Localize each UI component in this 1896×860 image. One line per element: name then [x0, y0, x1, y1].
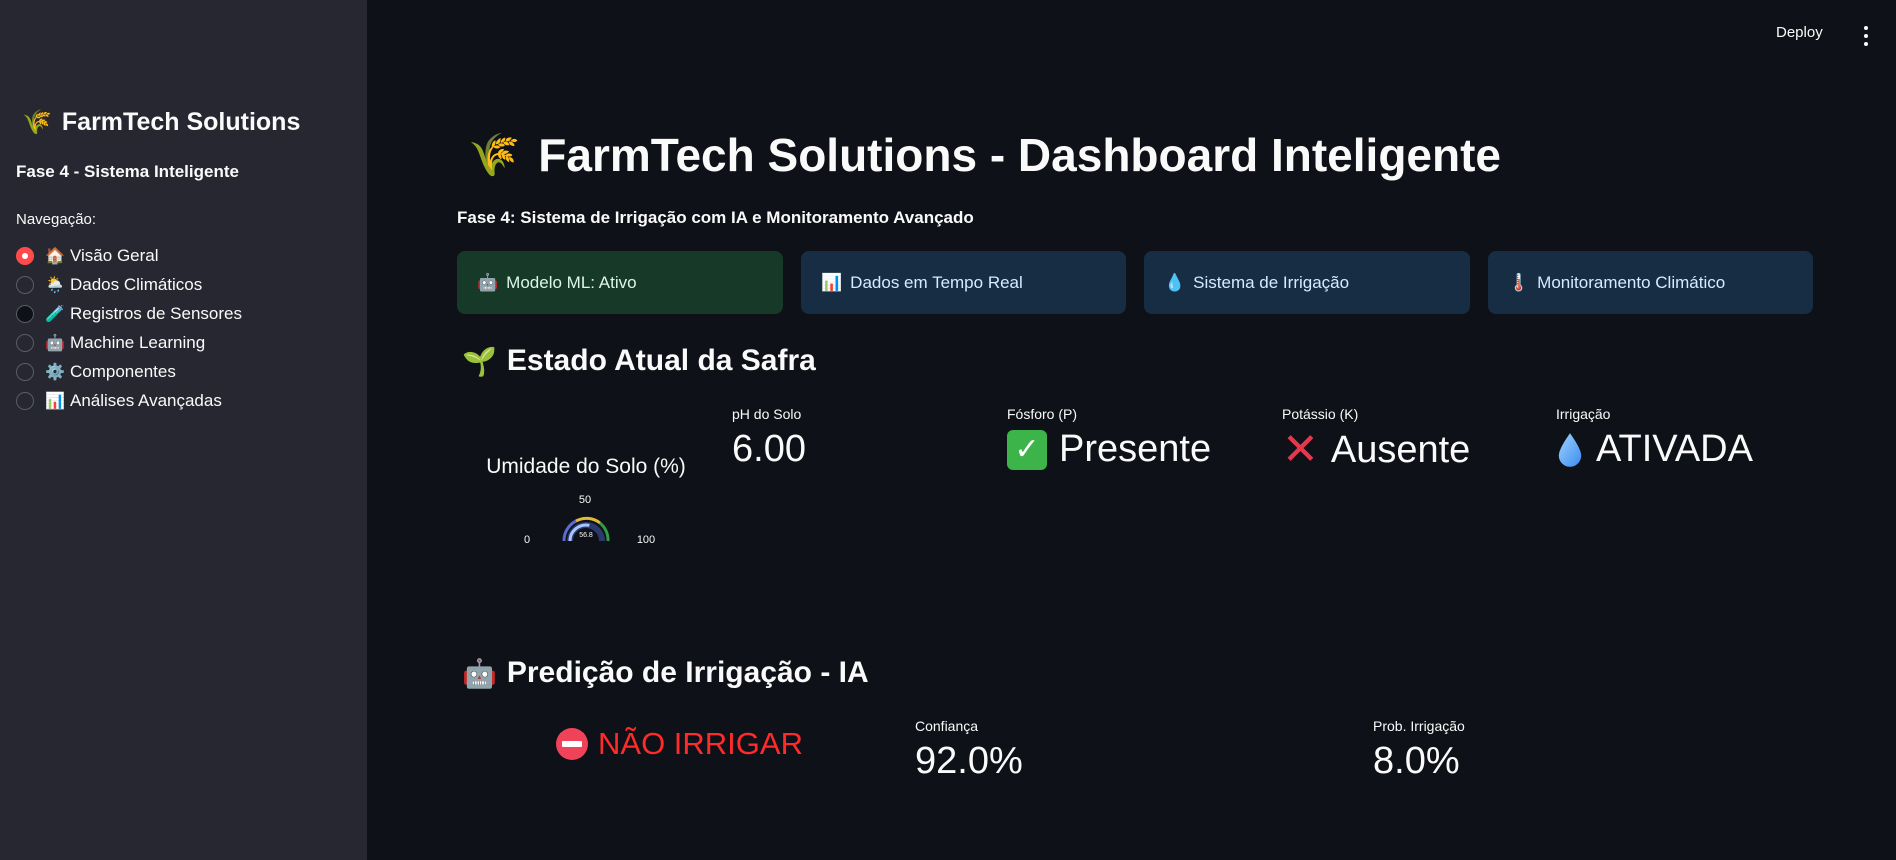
bar-chart-icon: 📊 — [821, 272, 843, 292]
metric-value-text: 92.0% — [915, 740, 1023, 782]
status-card-label: Dados em Tempo Real — [850, 272, 1023, 292]
nav-item-registros-sensores[interactable]: 🧪 Registros de Sensores — [16, 299, 242, 328]
status-card-sistema-irrigacao: 💧 Sistema de Irrigação — [1144, 251, 1470, 314]
sidebar-title: 🌾 FarmTech Solutions — [22, 108, 300, 137]
robot-icon: 🤖 — [462, 657, 497, 689]
kebab-dot — [1864, 34, 1868, 38]
status-card-label: Modelo ML: Ativo — [506, 272, 637, 292]
radio-selected-icon[interactable] — [16, 246, 34, 265]
status-card-modelo-ml: 🤖 Modelo ML: Ativo — [457, 251, 783, 314]
metric-value: ATIVADA — [1556, 428, 1753, 471]
metric-value-text: Presente — [1059, 428, 1212, 470]
metric-label: Confiança — [915, 718, 979, 734]
prediction-result: NÃO IRRIGAR — [556, 726, 803, 762]
metric-irrigacao: Irrigação ATIVADA — [1556, 406, 1753, 471]
gauge-mid-label: 50 — [579, 494, 591, 506]
metric-prob-irrigacao: Prob. Irrigação 8.0% — [1373, 718, 1465, 783]
nav-label: Navegação: — [16, 211, 97, 228]
page-subtitle: Fase 4: Sistema de Irrigação com IA e Mo… — [457, 208, 974, 227]
metric-confianca: Confiança 92.0% — [915, 718, 1023, 783]
metric-value: ✓ Presente — [1007, 428, 1211, 471]
water-drop-icon — [1558, 432, 1582, 467]
nav-item-analises-avancadas[interactable]: 📊 Análises Avançadas — [16, 386, 242, 415]
thermometer-icon: 🌡️ — [1508, 272, 1530, 292]
metric-value: 8.0% — [1373, 740, 1465, 783]
metric-label: pH do Solo — [732, 406, 802, 422]
house-icon: 🏠 — [45, 247, 65, 265]
status-card-label: Sistema de Irrigação — [1193, 272, 1350, 292]
nav-item-machine-learning[interactable]: 🤖 Machine Learning — [16, 328, 242, 357]
gauge-max-label: 100 — [637, 534, 655, 545]
sidebar-title-text: FarmTech Solutions — [61, 108, 301, 136]
metric-potassio: Potássio (K) ✕ Ausente — [1282, 406, 1470, 472]
metric-value: 6.00 — [732, 428, 806, 471]
section-heading-safra: 🌱 Estado Atual da Safra — [462, 344, 816, 378]
seedling-icon: 🌱 — [462, 345, 497, 377]
prediction-result-text: NÃO IRRIGAR — [598, 726, 803, 761]
soil-moisture-gauge: Umidade do Solo (%) 50 0 100 56.8 — [476, 455, 696, 550]
metric-label: Fósforo (P) — [1007, 406, 1078, 422]
nav-item-label: Registros de Sensores — [70, 303, 242, 323]
nav-item-visao-geral[interactable]: 🏠 Visão Geral — [16, 241, 242, 270]
status-card-monitoramento-climatico: 🌡️ Monitoramento Climático — [1488, 251, 1813, 314]
status-card-dados-tempo-real: 📊 Dados em Tempo Real — [801, 251, 1126, 314]
gear-icon: ⚙️ — [45, 363, 65, 381]
no-entry-icon — [556, 728, 588, 760]
radio-icon[interactable] — [16, 275, 34, 294]
radio-icon[interactable] — [16, 391, 34, 410]
metric-fosforo: Fósforo (P) ✓ Presente — [1007, 406, 1211, 471]
sidebar-subtitle: Fase 4 - Sistema Inteligente — [16, 162, 239, 181]
test-tube-icon: 🧪 — [45, 305, 65, 323]
nav-item-componentes[interactable]: ⚙️ Componentes — [16, 357, 242, 386]
cross-mark-icon: ✕ — [1282, 425, 1319, 474]
page-title-text: FarmTech Solutions - Dashboard Inteligen… — [538, 129, 1501, 181]
metric-value-text: ATIVADA — [1596, 428, 1753, 470]
radio-icon[interactable] — [16, 333, 34, 352]
metric-value-text: 6.00 — [732, 428, 806, 470]
nav-item-dados-climaticos[interactable]: 🌦️ Dados Climáticos — [16, 270, 242, 299]
bar-chart-icon: 📊 — [45, 392, 65, 410]
robot-icon: 🤖 — [45, 334, 65, 352]
section-heading-text: Predição de Irrigação - IA — [506, 656, 869, 689]
nav-item-label: Dados Climáticos — [70, 274, 203, 294]
nav-item-label: Machine Learning — [70, 332, 206, 352]
wheat-icon: 🌾 — [22, 109, 52, 136]
wheat-icon: 🌾 — [468, 130, 521, 178]
nav-item-label: Componentes — [70, 361, 176, 381]
metric-value: ✕ Ausente — [1282, 428, 1470, 472]
water-drop-icon: 💧 — [1164, 272, 1186, 292]
metric-label: Prob. Irrigação — [1373, 718, 1465, 734]
nav-item-label: Visão Geral — [70, 245, 159, 265]
metric-value-text: 8.0% — [1373, 740, 1460, 782]
radio-icon[interactable] — [16, 304, 34, 323]
check-mark-icon: ✓ — [1007, 429, 1047, 470]
radio-icon[interactable] — [16, 362, 34, 381]
status-card-label: Monitoramento Climático — [1537, 272, 1726, 292]
kebab-dot — [1864, 26, 1868, 30]
deploy-button[interactable]: Deploy — [1776, 24, 1823, 41]
gauge-min-label: 0 — [524, 534, 530, 545]
metric-label: Potássio (K) — [1282, 406, 1359, 422]
sidebar: 🌾 FarmTech Solutions Fase 4 - Sistema In… — [0, 0, 367, 860]
gauge-value-text: 56.8 — [579, 532, 593, 539]
kebab-dot — [1864, 42, 1868, 46]
metric-value-text: Ausente — [1330, 428, 1471, 471]
metric-ph: pH do Solo 6.00 — [732, 406, 806, 471]
robot-icon: 🤖 — [477, 272, 499, 292]
metric-value: 92.0% — [915, 740, 1023, 783]
nav-item-label: Análises Avançadas — [70, 390, 222, 410]
section-heading-text: Estado Atual da Safra — [506, 344, 816, 377]
kebab-menu-icon[interactable] — [1860, 26, 1872, 46]
gauge-svg: 50 0 100 56.8 — [524, 494, 655, 546]
section-heading-predicao: 🤖 Predição de Irrigação - IA — [462, 656, 869, 690]
metric-label: Irrigação — [1556, 406, 1611, 422]
gauge-title: Umidade do Solo (%) — [486, 455, 686, 478]
weather-icon: 🌦️ — [45, 276, 65, 294]
page-title: 🌾 FarmTech Solutions - Dashboard Intelig… — [468, 128, 1501, 182]
nav-radio-group: 🏠 Visão Geral 🌦️ Dados Climáticos 🧪 Regi… — [16, 241, 242, 415]
